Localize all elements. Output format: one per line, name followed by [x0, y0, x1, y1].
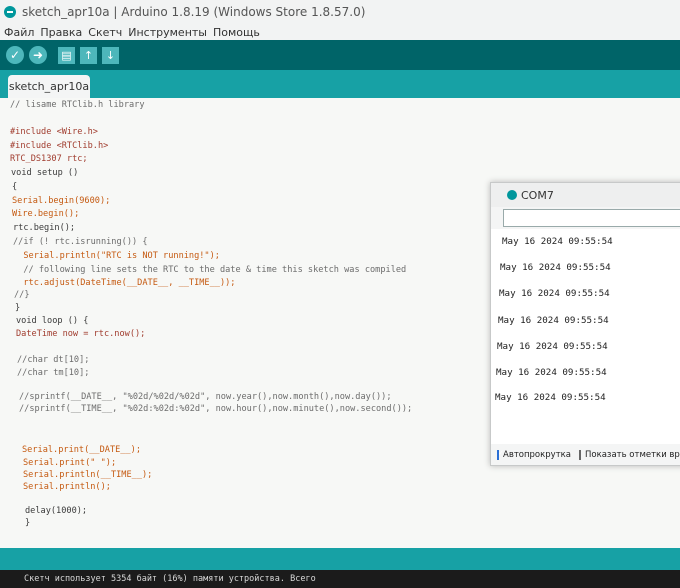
code-line: DateTime now = rtc.now();	[16, 329, 146, 339]
code-line: RTC_DS1307 rtc;	[10, 154, 88, 164]
arduino-logo-icon	[4, 6, 16, 18]
code-line: //if (! rtc.isrunning()) {	[13, 237, 148, 247]
timestamp-label: Показать отметки времени	[584, 450, 680, 460]
serial-send-input[interactable]	[503, 209, 680, 227]
serial-line: May 16 2024 09:55:54	[499, 288, 610, 299]
code-line: delay(1000);	[25, 506, 88, 516]
code-line: Serial.print(" ");	[23, 458, 117, 468]
serial-line: May 16 2024 09:55:54	[498, 315, 609, 326]
tab-sketch[interactable]: sketch_apr10a	[8, 75, 90, 98]
code-line: // following line sets the RTC to the da…	[13, 265, 407, 275]
code-line: Wire.begin();	[12, 209, 80, 219]
save-icon[interactable]: ↓	[102, 46, 119, 64]
serial-line: May 16 2024 09:55:54	[502, 236, 613, 247]
code-line: #include <Wire.h>	[10, 127, 98, 137]
toolbar: ✓ ➜ ▤ ↑ ↓	[0, 40, 680, 70]
code-line: }	[25, 518, 31, 528]
tab-strip: sketch_apr10a	[0, 70, 680, 98]
code-line: rtc.adjust(DateTime(__DATE__, __TIME__))…	[13, 278, 236, 288]
arduino-logo-icon	[507, 190, 517, 200]
console-output: Скетч использует 5354 байт (16%) памяти …	[0, 570, 680, 588]
code-line: #include <RTClib.h>	[10, 141, 109, 151]
serial-line: May 16 2024 09:55:54	[497, 341, 608, 352]
autoscroll-checkbox[interactable]	[497, 449, 504, 460]
code-line: void setup ()	[11, 168, 79, 178]
code-line: //char dt[10];	[17, 355, 90, 365]
menu-edit[interactable]: Правка	[40, 26, 82, 39]
code-line: Serial.println();	[23, 482, 111, 492]
menu-file[interactable]: Файл	[4, 26, 34, 39]
menu-bar: Файл Правка Скетч Инструменты Помощь	[0, 24, 680, 40]
code-line: //}	[14, 290, 30, 300]
code-line: //sprintf(__TIME__, "%02d:%02d:%02d", no…	[19, 404, 413, 414]
window-title: sketch_apr10a | Arduino 1.8.19 (Windows …	[22, 5, 366, 19]
menu-tools[interactable]: Инструменты	[128, 26, 207, 39]
code-line: }	[15, 303, 21, 313]
status-bar	[0, 548, 680, 570]
code-line: //sprintf(__DATE__, "%02d/%02d/%02d", no…	[19, 392, 392, 402]
code-line: void loop () {	[16, 316, 89, 326]
serial-output[interactable]: May 16 2024 09:55:54 May 16 2024 09:55:5…	[491, 229, 680, 444]
menu-help[interactable]: Помощь	[213, 26, 260, 39]
serial-port-title: COM7	[521, 188, 554, 202]
open-icon[interactable]: ↑	[80, 46, 97, 64]
code-line: {	[12, 182, 18, 192]
code-lines: // lisame RTClib.h library #include <Wir…	[10, 98, 412, 528]
verify-icon[interactable]: ✓	[6, 46, 24, 64]
code-line: // lisame RTClib.h library	[10, 100, 145, 110]
serial-footer: Автопрокрутка Показать отметки времени	[491, 445, 680, 465]
timestamp-checkbox[interactable]	[578, 450, 581, 460]
serial-line: May 16 2024 09:55:54	[496, 367, 607, 378]
code-line: rtc.begin();	[13, 223, 76, 233]
code-line: //char tm[10];	[17, 368, 90, 378]
code-line: Serial.print(__DATE__);	[22, 445, 141, 455]
autoscroll-label: Автопрокрутка	[503, 450, 571, 460]
menu-sketch[interactable]: Скетч	[88, 26, 122, 39]
code-line: Serial.println("RTC is NOT running!");	[13, 251, 220, 261]
title-bar: sketch_apr10a | Arduino 1.8.19 (Windows …	[0, 0, 680, 24]
upload-icon[interactable]: ➜	[29, 46, 47, 64]
code-line: Serial.begin(9600);	[12, 196, 111, 206]
new-sketch-icon[interactable]: ▤	[58, 46, 75, 64]
serial-monitor-window: COM7 May 16 2024 09:55:54 May 16 2024 09…	[490, 182, 680, 466]
code-line: Serial.println(__TIME__);	[23, 470, 153, 480]
serial-line: May 16 2024 09:55:54	[500, 262, 611, 273]
serial-monitor-title-bar[interactable]: COM7	[491, 183, 680, 207]
serial-line: May 16 2024 09:55:54	[495, 392, 606, 403]
